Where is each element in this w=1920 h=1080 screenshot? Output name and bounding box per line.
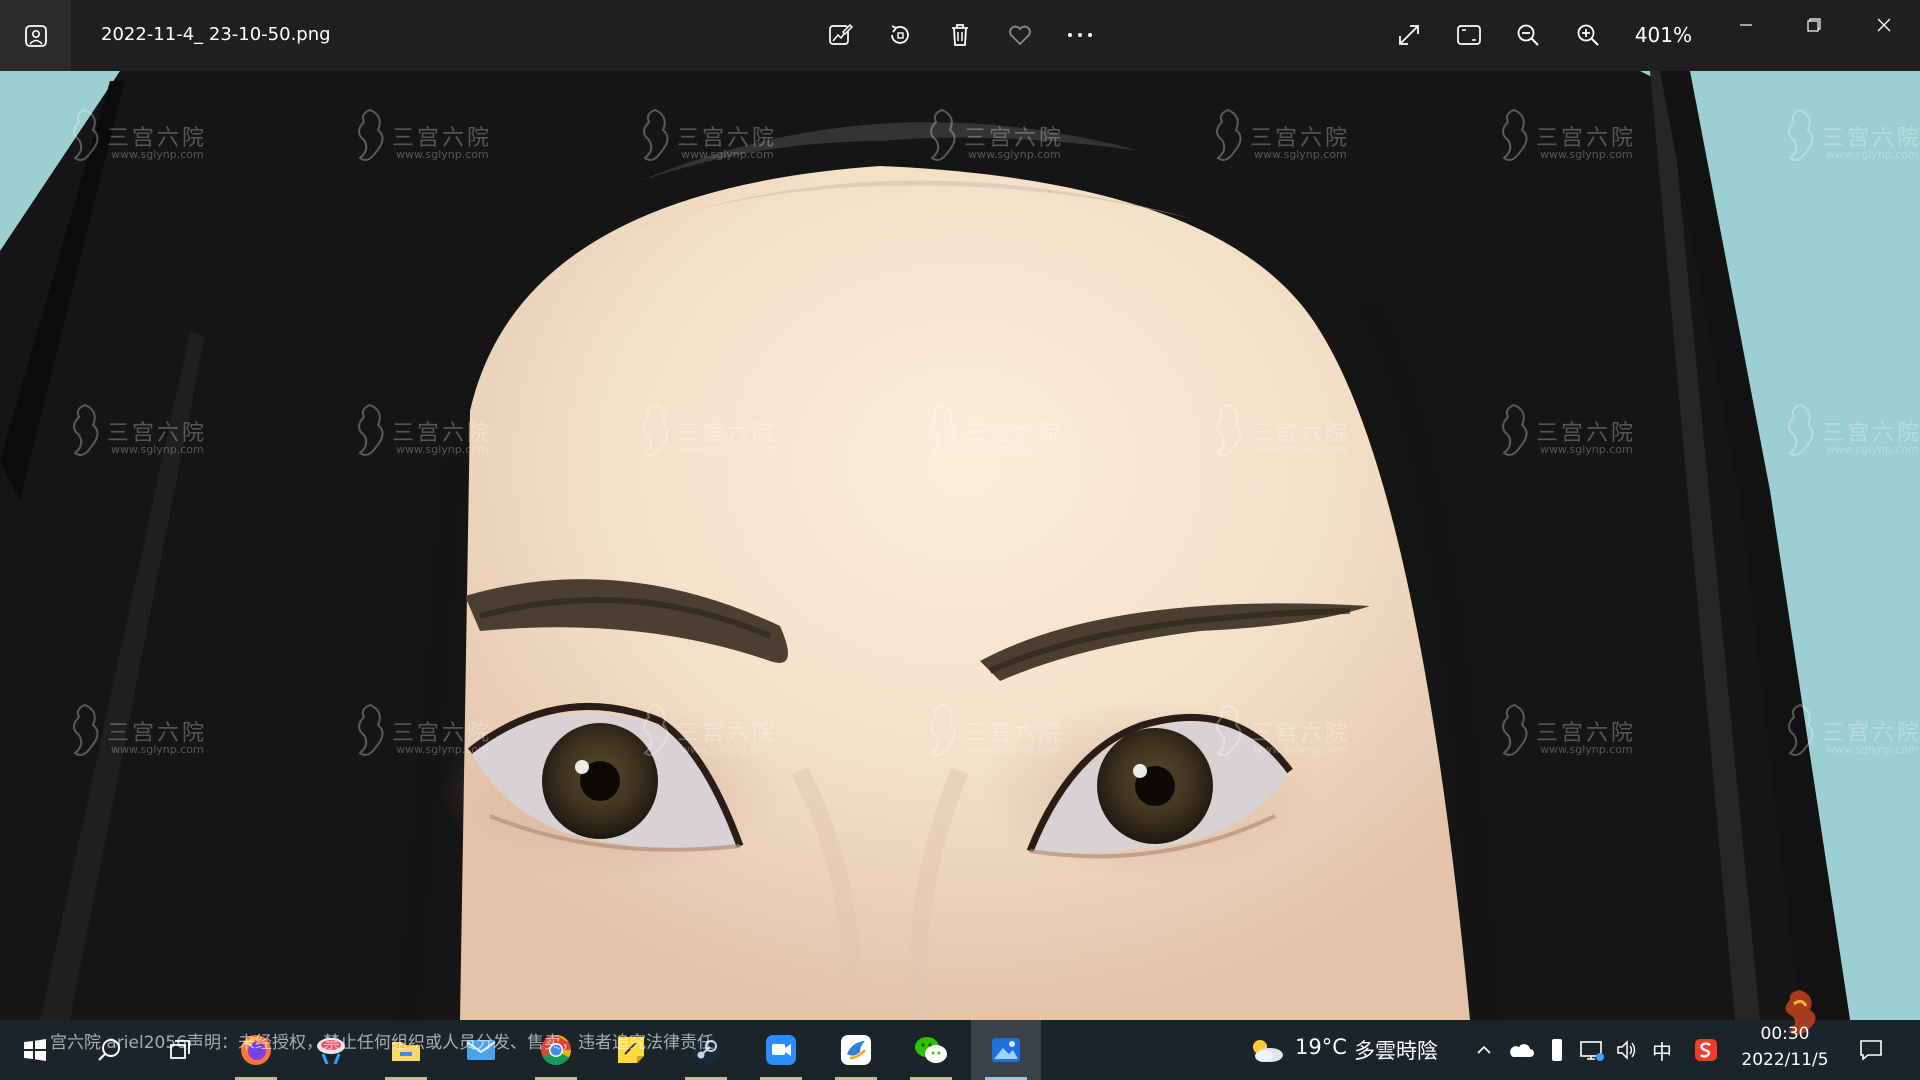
zoom-out-icon[interactable] [1505, 12, 1551, 58]
clock-time[interactable]: 00:30 [1740, 1024, 1830, 1044]
image-canvas[interactable]: 三宫六院 www.sglynp.com 三宫六院 www.sglynp.com 三宫… [0, 71, 1920, 1020]
rotate-icon[interactable] [877, 12, 923, 58]
zoom-in-icon[interactable] [1565, 12, 1611, 58]
copyright-notice: 宫六院 ariel2056声明：未经授权，禁止任何组织或人员分发、售卖，违者追究… [50, 1033, 714, 1053]
notification-icon[interactable] [1855, 1034, 1887, 1066]
wechat-icon[interactable] [896, 1020, 966, 1080]
weather-temperature[interactable]: 19°C [1295, 1035, 1347, 1059]
clock-date[interactable]: 2022/11/5 [1730, 1050, 1840, 1070]
edit-image-icon[interactable] [817, 12, 863, 58]
more-icon[interactable] [1057, 12, 1103, 58]
weather-condition[interactable]: 多雲時陰 [1354, 1035, 1438, 1065]
zoom-app-icon[interactable] [746, 1020, 816, 1080]
zoom-level[interactable]: 401% [1630, 23, 1692, 47]
close-icon[interactable] [1850, 0, 1918, 50]
volume-icon[interactable] [1611, 1034, 1643, 1066]
restore-icon[interactable] [1780, 0, 1848, 50]
network-icon[interactable] [1576, 1034, 1608, 1066]
ime-icon[interactable]: 中 [1646, 1034, 1678, 1066]
phone-icon[interactable] [1541, 1034, 1573, 1066]
onedrive-icon[interactable] [1505, 1034, 1537, 1066]
taskbar: 宫六院 ariel2056声明：未经授权，禁止任何组织或人员分发、售卖，违者追究… [0, 990, 1920, 1080]
favorite-icon[interactable] [997, 12, 1043, 58]
fullscreen-icon[interactable] [1386, 12, 1432, 58]
fit-to-window-icon[interactable] [1446, 12, 1492, 58]
delete-icon[interactable] [937, 12, 983, 58]
show-hidden-icons-icon[interactable] [1468, 1034, 1500, 1066]
file-name: 2022-11-4_ 23-10-50.png [101, 24, 331, 45]
photos-app-icon[interactable] [0, 0, 71, 71]
minimize-icon[interactable] [1712, 0, 1780, 50]
title-bar: 2022-11-4_ 23-10-50.png 401% [0, 0, 1920, 71]
feishu-icon[interactable] [821, 1020, 891, 1080]
sogou-icon[interactable] [1690, 1034, 1722, 1066]
photos-app-window: 2022-11-4_ 23-10-50.png 401% 三宫六院 www.sg… [0, 0, 1920, 1080]
portrait-image [0, 71, 1920, 1020]
photos-icon[interactable] [971, 1020, 1041, 1080]
weather-cloud-icon[interactable] [1245, 1034, 1287, 1066]
